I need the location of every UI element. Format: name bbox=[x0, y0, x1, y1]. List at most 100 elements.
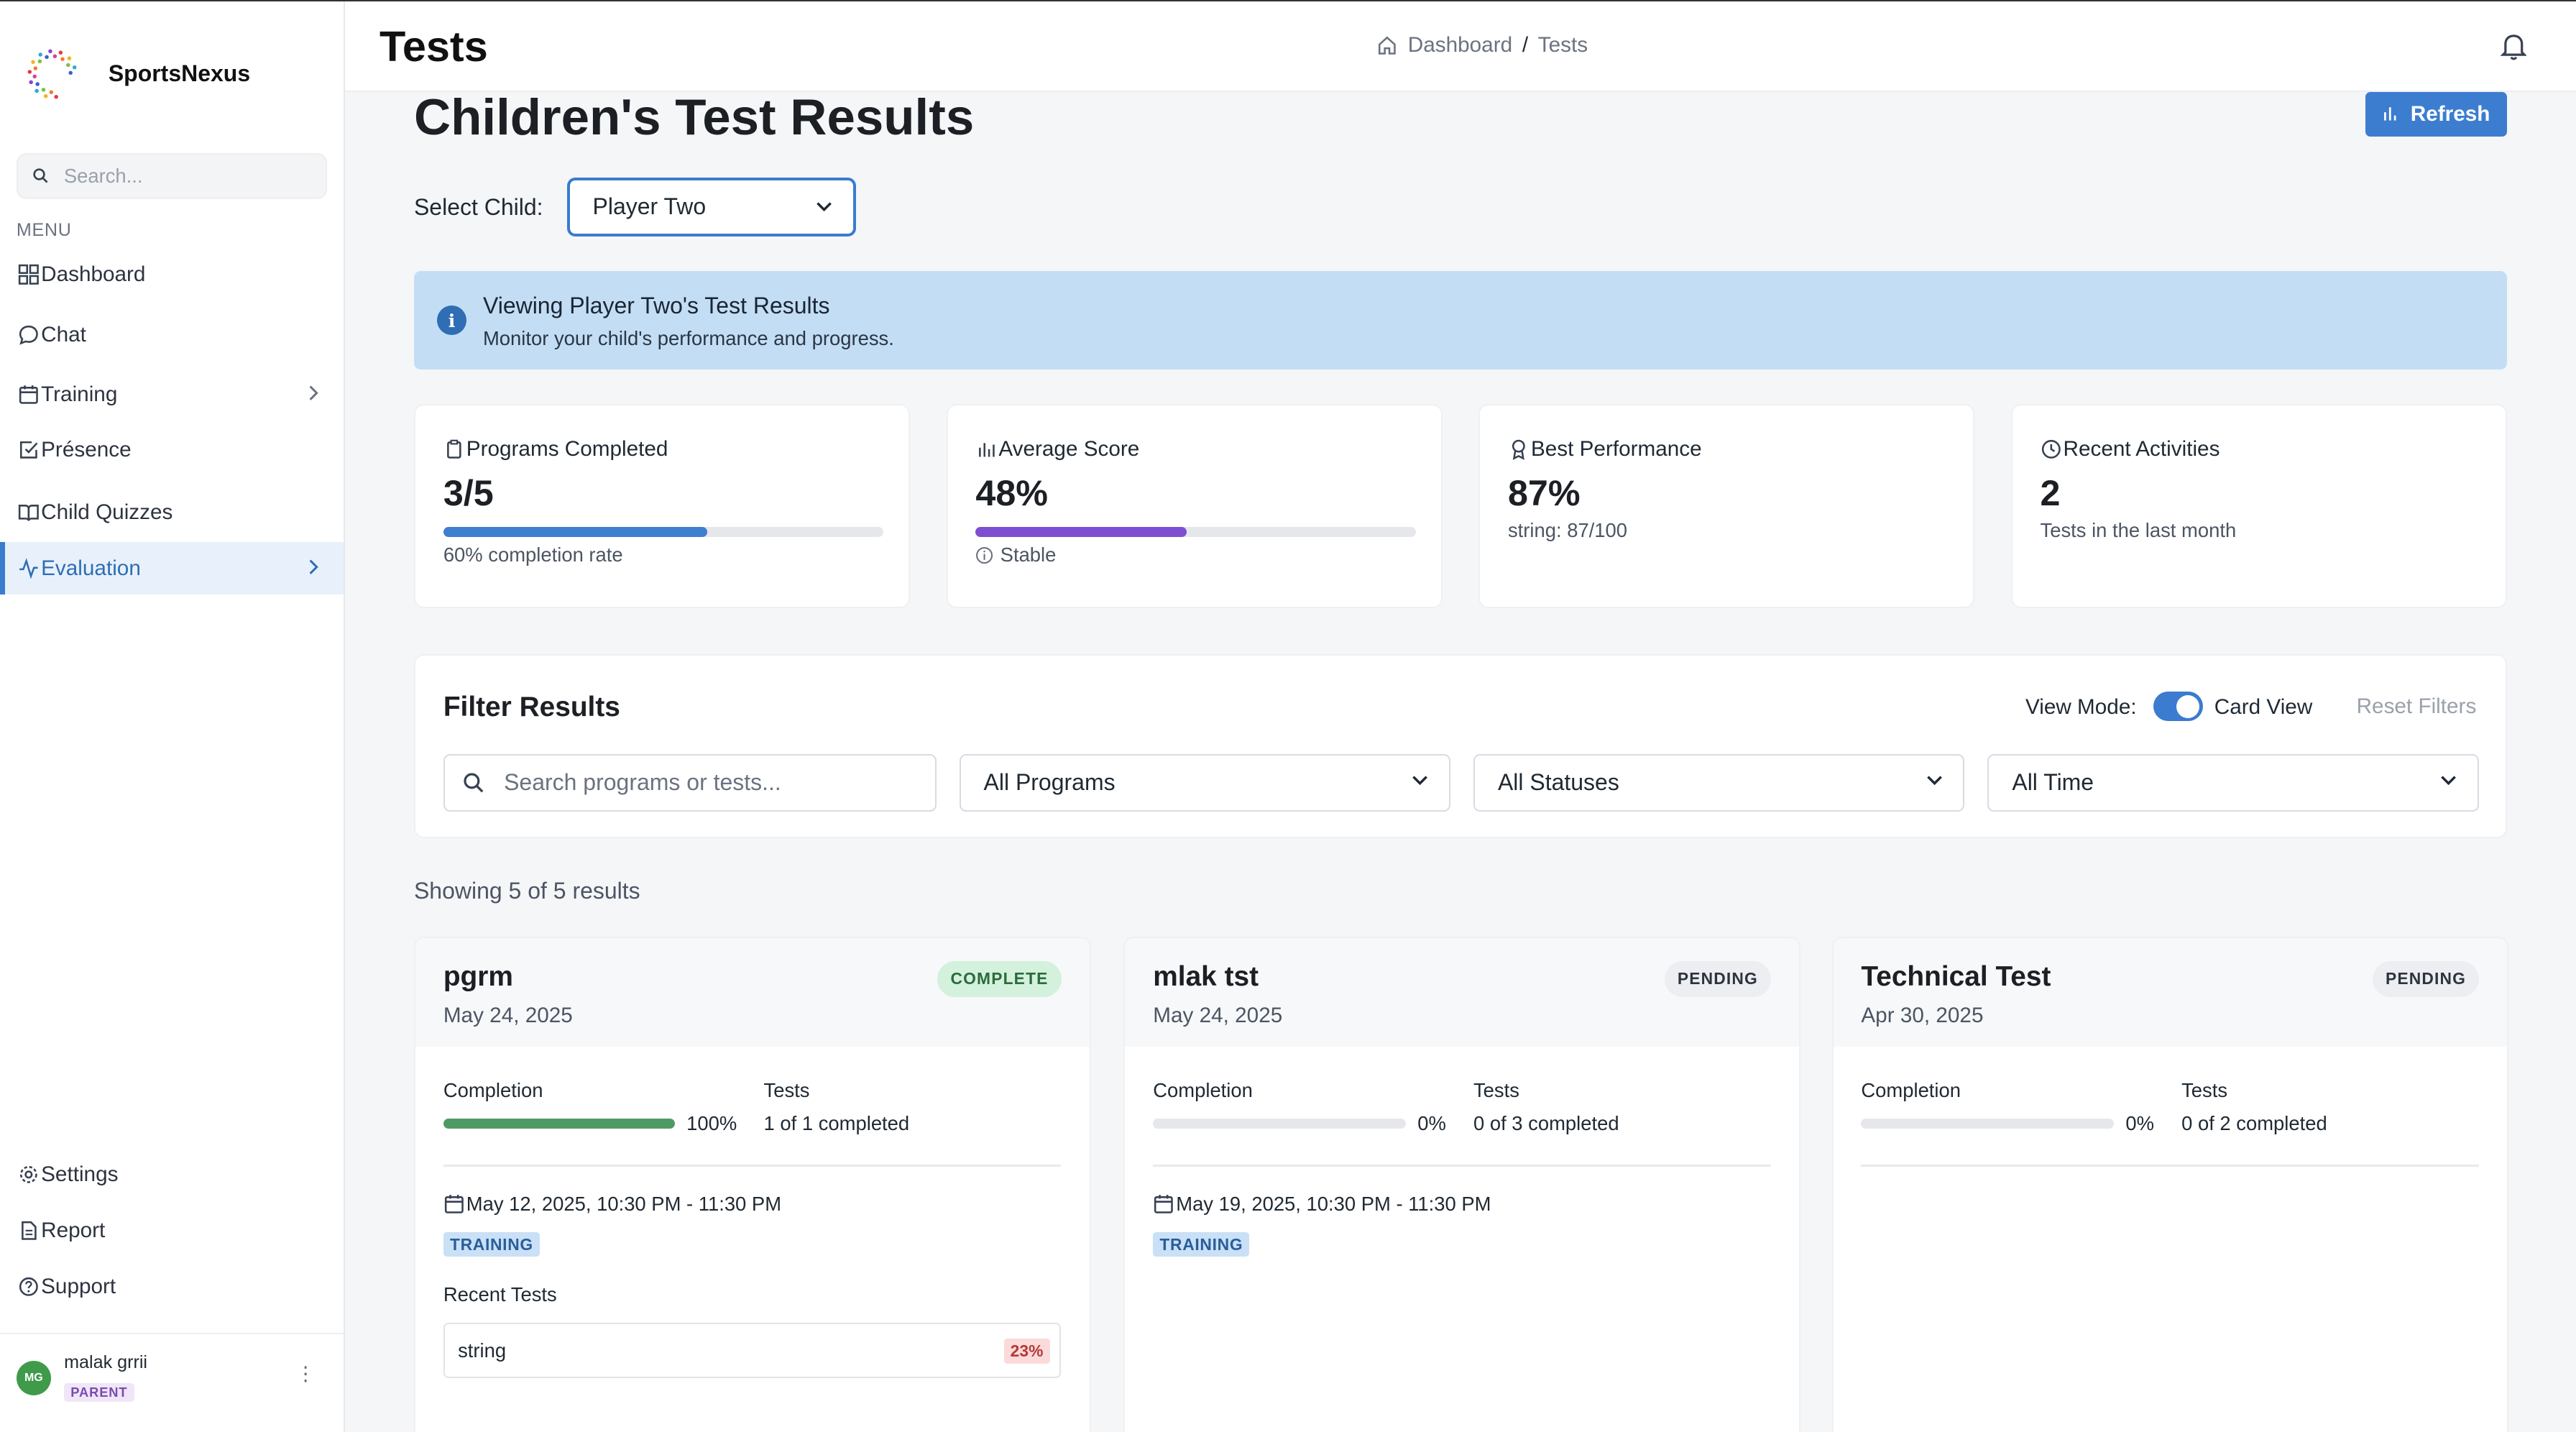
schedule-text: May 19, 2025, 10:30 PM - 11:30 PM bbox=[1176, 1193, 1491, 1216]
stat-label: Recent Activities bbox=[2063, 436, 2220, 461]
logo-icon bbox=[27, 49, 77, 99]
result-card[interactable]: Technical Test Apr 30, 2025 PENDING Comp… bbox=[1831, 936, 2509, 1432]
chevron-right-icon bbox=[309, 385, 319, 400]
time-select[interactable]: All Time bbox=[1987, 753, 2479, 812]
type-tag: TRAINING bbox=[1153, 1231, 1250, 1257]
card-divider bbox=[443, 1165, 1062, 1167]
child-select-value: Player Two bbox=[592, 193, 707, 220]
logo-dot bbox=[35, 81, 40, 86]
status-select-value: All Statuses bbox=[1497, 769, 1619, 796]
brand[interactable]: SportsNexus bbox=[23, 45, 250, 104]
schedule-text: May 12, 2025, 10:30 PM - 11:30 PM bbox=[466, 1193, 782, 1216]
breadcrumb-separator: / bbox=[1522, 32, 1529, 57]
stat-sub: 60% completion rate bbox=[443, 543, 623, 566]
sidebar-item-chat[interactable]: Chat bbox=[0, 309, 344, 362]
sidebar-search-input[interactable]: Search... bbox=[64, 165, 143, 188]
main-content: Children's Test Results Refresh Select C… bbox=[345, 91, 2576, 1432]
sidebar-item-child-quizzes[interactable]: Child Quizzes bbox=[0, 487, 344, 539]
logo-dot bbox=[48, 49, 52, 53]
sidebar-item-label: Présence bbox=[41, 438, 132, 462]
status-badge: COMPLETE bbox=[937, 960, 1062, 998]
user-name: malak grrii bbox=[64, 1352, 147, 1373]
logo-dot bbox=[41, 87, 46, 92]
sidebar-item-support[interactable]: Support bbox=[0, 1260, 344, 1313]
logo-dot bbox=[67, 56, 72, 60]
sidebar-search[interactable]: Search... bbox=[16, 152, 327, 199]
bell-icon[interactable] bbox=[2500, 31, 2527, 60]
stat-value: 3/5 bbox=[443, 472, 494, 513]
tests-value: 1 of 1 completed bbox=[763, 1112, 910, 1135]
clipboard-icon bbox=[446, 439, 461, 459]
grid-icon bbox=[18, 264, 39, 285]
completion-bar bbox=[1861, 1119, 2115, 1129]
alert-message: Monitor your child's performance and pro… bbox=[482, 326, 894, 349]
stat-card-average-score: Average Score 48% Stable bbox=[946, 404, 1443, 608]
child-select[interactable]: Player Two bbox=[566, 177, 856, 237]
filter-search-field[interactable]: Search programs or tests... bbox=[443, 753, 937, 812]
progress-fill bbox=[443, 527, 708, 538]
completion-bar bbox=[1153, 1119, 1407, 1129]
sidebar-item-report[interactable]: Report bbox=[0, 1204, 344, 1257]
sidebar-item-label: Chat bbox=[41, 323, 86, 347]
award-icon bbox=[1512, 439, 1525, 460]
view-mode-label: View Mode: bbox=[2025, 694, 2137, 719]
book-icon bbox=[18, 505, 39, 521]
recent-test-row[interactable]: string 23% bbox=[443, 1322, 1062, 1379]
info-alert: i Viewing Player Two's Test Results Moni… bbox=[413, 271, 2507, 370]
chat-bubble-icon bbox=[19, 326, 38, 346]
breadcrumb-dashboard[interactable]: Dashboard bbox=[1408, 33, 1512, 58]
reset-filters-button[interactable]: Reset Filters bbox=[2354, 684, 2479, 730]
gear-icon bbox=[20, 1166, 37, 1184]
result-card[interactable]: pgrm May 24, 2025 COMPLETE Completion Te… bbox=[413, 936, 1091, 1432]
breadcrumb: Dashboard / Tests bbox=[1376, 33, 1588, 58]
refresh-button[interactable]: Refresh bbox=[2365, 91, 2507, 137]
sidebar-item-training[interactable]: Training bbox=[0, 368, 344, 421]
status-select[interactable]: All Statuses bbox=[1473, 753, 1965, 812]
progress-bar bbox=[975, 527, 1416, 538]
user-role-badge: PARENT bbox=[64, 1382, 134, 1403]
stat-card-best-performance: Best Performance 87% string: 87/100 bbox=[1478, 404, 1975, 608]
logo-dot bbox=[52, 54, 58, 58]
sidebar-item-label: Support bbox=[41, 1274, 116, 1298]
logo-dot bbox=[43, 93, 48, 98]
card-title: pgrm bbox=[443, 960, 513, 992]
stat-card-programs-completed: Programs Completed 3/5 60% completion ra… bbox=[413, 404, 911, 608]
result-card[interactable]: mlak tst May 24, 2025 PENDING Completion… bbox=[1123, 936, 1801, 1432]
results-count: Showing 5 of 5 results bbox=[413, 877, 640, 904]
time-select-value: All Time bbox=[2012, 769, 2094, 796]
logo-dot bbox=[37, 59, 42, 63]
card-title: Technical Test bbox=[1861, 960, 2051, 992]
breadcrumb-tests: Tests bbox=[1537, 32, 1588, 57]
card-date: May 24, 2025 bbox=[1153, 1004, 1283, 1028]
filter-title: Filter Results bbox=[443, 691, 620, 722]
view-mode-toggle[interactable] bbox=[2153, 691, 2203, 722]
sidebar-item-label: Dashboard bbox=[41, 262, 146, 286]
search-icon bbox=[464, 773, 484, 793]
top-header: Tests Dashboard / Tests bbox=[344, 1, 2576, 92]
more-vertical-icon[interactable]: ⋮ bbox=[295, 1362, 315, 1385]
type-tag: TRAINING bbox=[443, 1231, 540, 1257]
filter-search-input[interactable]: Search programs or tests... bbox=[504, 769, 781, 796]
sidebar-item-evaluation[interactable]: Evaluation bbox=[0, 542, 344, 595]
logo-dot bbox=[58, 50, 63, 55]
user-profile[interactable]: MG malak grrii PARENT ⋮ bbox=[16, 1352, 328, 1403]
logo-dot bbox=[38, 52, 42, 57]
stat-label: Programs Completed bbox=[466, 436, 668, 461]
avatar: MG bbox=[16, 1360, 51, 1395]
sidebar-item-settings[interactable]: Settings bbox=[0, 1149, 344, 1201]
sidebar-item-presence[interactable]: Présence bbox=[0, 424, 344, 477]
sidebar-item-dashboard[interactable]: Dashboard bbox=[0, 248, 344, 300]
check-square-icon bbox=[20, 441, 38, 459]
calendar-icon bbox=[1154, 1195, 1174, 1214]
logo-dot bbox=[60, 57, 65, 61]
tests-label: Tests bbox=[2181, 1079, 2228, 1102]
search-icon bbox=[33, 168, 48, 183]
tests-value: 0 of 3 completed bbox=[1473, 1112, 1619, 1135]
bar-chart-icon bbox=[2383, 107, 2396, 121]
logo-dot bbox=[27, 69, 32, 74]
filter-panel: Filter Results View Mode: Card View Rese… bbox=[413, 653, 2507, 838]
program-select[interactable]: All Programs bbox=[959, 753, 1450, 812]
info-circle-icon bbox=[976, 546, 993, 564]
header-title: Tests bbox=[379, 22, 488, 70]
stat-label: Average Score bbox=[998, 436, 1140, 461]
